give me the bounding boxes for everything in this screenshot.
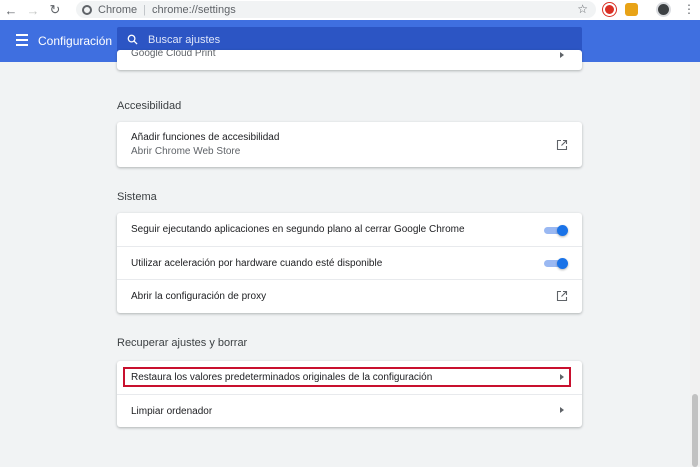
forward-icon[interactable]: → xyxy=(22,0,44,20)
chrome-icon xyxy=(82,4,92,15)
url-text: chrome://settings xyxy=(151,3,236,16)
page-title: Configuración xyxy=(38,34,113,48)
hardware-acceleration-toggle[interactable] xyxy=(544,258,568,269)
cloud-print-card: Google Cloud Print xyxy=(117,50,582,70)
reset-row-restore-defaults[interactable]: Restaura los valores predeterminados ori… xyxy=(117,361,582,394)
arrow-right-icon xyxy=(560,373,564,380)
hamburger-menu-icon[interactable] xyxy=(16,34,28,46)
reload-icon[interactable]: ↻ xyxy=(44,0,66,20)
system-row-background-apps[interactable]: Seguir ejecutando aplicaciones en segund… xyxy=(117,213,582,246)
back-icon[interactable]: ← xyxy=(0,0,22,20)
accessibility-label: Añadir funciones de accesibilidad xyxy=(131,132,280,143)
address-bar[interactable]: Chrome | chrome://settings ☆ xyxy=(76,1,596,18)
restore-defaults-label: Restaura los valores predeterminados ori… xyxy=(131,372,433,383)
system-card: Seguir ejecutando aplicaciones en segund… xyxy=(117,213,582,313)
cloud-print-label: Google Cloud Print xyxy=(131,50,216,59)
background-apps-label: Seguir ejecutando aplicaciones en segund… xyxy=(131,224,465,235)
section-title-accesibilidad: Accesibilidad xyxy=(117,100,182,112)
accessibility-row[interactable]: Añadir funciones de accesibilidad Abrir … xyxy=(117,122,582,167)
scrollbar-thumb[interactable] xyxy=(692,394,698,467)
url-separator: | xyxy=(143,3,146,16)
section-title-sistema: Sistema xyxy=(117,191,157,203)
arrow-right-icon xyxy=(560,407,564,413)
arrow-right-icon xyxy=(560,52,564,58)
scrollbar[interactable] xyxy=(690,62,700,467)
extension-icon[interactable] xyxy=(603,3,616,16)
background-apps-toggle[interactable] xyxy=(544,224,568,236)
menu-icon[interactable]: ⋮ xyxy=(683,2,695,16)
accessibility-card: Añadir funciones de accesibilidad Abrir … xyxy=(117,122,582,167)
open-external-icon xyxy=(556,139,568,150)
reset-row-clean-computer[interactable]: Limpiar ordenador xyxy=(117,394,582,427)
section-title-recuperar: Recuperar ajustes y borrar xyxy=(117,337,248,349)
accessibility-sublabel: Abrir Chrome Web Store xyxy=(131,146,241,157)
site-label: Chrome xyxy=(98,3,138,16)
system-row-hardware-acceleration[interactable]: Utilizar aceleración por hardware cuando… xyxy=(117,246,582,279)
hardware-acceleration-label: Utilizar aceleración por hardware cuando… xyxy=(131,257,383,269)
avatar[interactable] xyxy=(656,2,671,17)
browser-toolbar: ← → ↻ Chrome | chrome://settings ☆ ⋮ xyxy=(0,0,700,20)
open-external-icon xyxy=(556,290,568,302)
star-icon[interactable]: ☆ xyxy=(577,2,588,16)
reset-card: Restaura los valores predeterminados ori… xyxy=(117,361,582,427)
search-input[interactable] xyxy=(148,34,548,46)
extension-icon[interactable] xyxy=(625,3,638,16)
cloud-print-row[interactable]: Google Cloud Print xyxy=(117,50,582,70)
clean-computer-label: Limpiar ordenador xyxy=(131,405,213,417)
search-icon xyxy=(127,34,138,45)
system-row-proxy[interactable]: Abrir la configuración de proxy xyxy=(117,279,582,312)
proxy-label: Abrir la configuración de proxy xyxy=(131,290,267,302)
